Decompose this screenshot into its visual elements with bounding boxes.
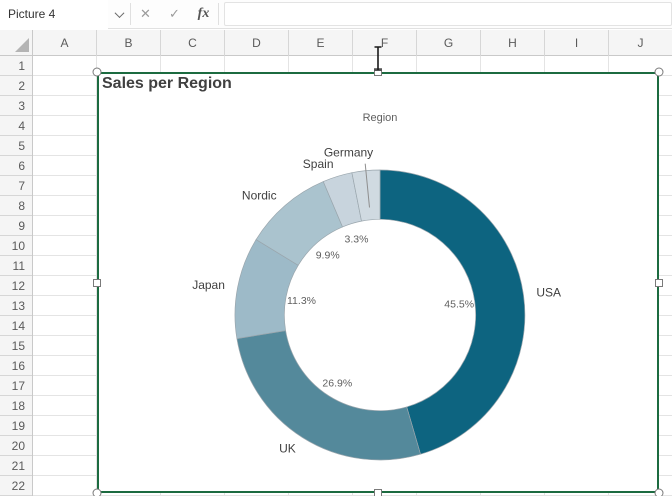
row-header-2[interactable]: 2 <box>0 76 32 96</box>
excel-window: Picture 4 ✕ ✓ fx ABCDEFGHIJ 123456789101… <box>0 0 672 496</box>
row-header-14[interactable]: 14 <box>0 316 32 336</box>
selection-handle-bottom-right[interactable] <box>655 489 664 496</box>
cancel-button[interactable]: ✕ <box>131 0 160 29</box>
row-header-7[interactable]: 7 <box>0 176 32 196</box>
row-header-1[interactable]: 1 <box>0 56 32 76</box>
ibeam-cursor <box>371 45 385 77</box>
row-header-3[interactable]: 3 <box>0 96 32 116</box>
row-header-4[interactable]: 4 <box>0 116 32 136</box>
selection-handle-top-left[interactable] <box>93 68 102 77</box>
selection-handle-top-right[interactable] <box>655 68 664 77</box>
percent-label-uk: 26.9% <box>322 378 352 390</box>
column-header-A[interactable]: A <box>33 30 97 56</box>
row-header-10[interactable]: 10 <box>0 236 32 256</box>
percent-label-spain: 3.3% <box>345 234 369 246</box>
row-header-12[interactable]: 12 <box>0 276 32 296</box>
selection-handle-bottom-middle[interactable] <box>374 489 382 496</box>
row-header-16[interactable]: 16 <box>0 356 32 376</box>
row-header-9[interactable]: 9 <box>0 216 32 236</box>
row-header-19[interactable]: 19 <box>0 416 32 436</box>
column-header-G[interactable]: G <box>417 30 481 56</box>
selection-handle-bottom-left[interactable] <box>93 489 102 496</box>
row-header-11[interactable]: 11 <box>0 256 32 276</box>
formula-input[interactable] <box>224 2 672 26</box>
column-headers: ABCDEFGHIJ <box>33 30 672 56</box>
column-header-J[interactable]: J <box>609 30 672 56</box>
category-label-nordic: Nordic <box>242 189 277 203</box>
row-header-13[interactable]: 13 <box>0 296 32 316</box>
percent-label-japan: 11.3% <box>287 295 316 307</box>
column-header-E[interactable]: E <box>289 30 353 56</box>
column-header-D[interactable]: D <box>225 30 289 56</box>
row-header-6[interactable]: 6 <box>0 156 32 176</box>
column-header-H[interactable]: H <box>481 30 545 56</box>
column-header-B[interactable]: B <box>97 30 161 56</box>
column-header-I[interactable]: I <box>545 30 609 56</box>
enter-button[interactable]: ✓ <box>160 0 189 29</box>
donut-slice-uk <box>237 331 421 460</box>
row-header-18[interactable]: 18 <box>0 396 32 416</box>
category-label-usa: USA <box>536 286 561 300</box>
category-label-japan: Japan <box>192 278 225 292</box>
row-header-20[interactable]: 20 <box>0 436 32 456</box>
percent-label-usa: 45.5% <box>444 299 474 311</box>
selection-handle-middle-right[interactable] <box>655 279 663 287</box>
category-label-uk: UK <box>279 442 296 456</box>
selected-picture-chart[interactable]: Sales per Region Region45.5%USA26.9%UK11… <box>97 72 659 493</box>
divider <box>218 3 219 25</box>
formula-bar: Picture 4 ✕ ✓ fx <box>0 0 672 29</box>
chart-dimension-title: Region <box>363 112 398 124</box>
row-header-22[interactable]: 22 <box>0 476 32 496</box>
row-header-8[interactable]: 8 <box>0 196 32 216</box>
select-all-button[interactable] <box>0 30 33 56</box>
donut-chart: Region 45.5% USA 26.9% UK 11.3% Japan 9.9% Nordi… <box>99 74 657 491</box>
percent-label-nordic: 9.9% <box>316 250 340 262</box>
selection-handle-middle-left[interactable] <box>93 279 101 287</box>
row-header-21[interactable]: 21 <box>0 456 32 476</box>
row-header-17[interactable]: 17 <box>0 376 32 396</box>
select-all-triangle-icon <box>15 38 29 52</box>
row-headers: 12345678910111213141516171819202122 <box>0 56 33 496</box>
category-label-germany: Germany <box>324 146 373 160</box>
insert-function-button[interactable]: fx <box>189 0 218 29</box>
row-header-15[interactable]: 15 <box>0 336 32 356</box>
chevron-down-icon <box>114 8 124 18</box>
name-box-dropdown-button[interactable] <box>108 0 130 29</box>
row-header-5[interactable]: 5 <box>0 136 32 156</box>
name-box[interactable]: Picture 4 <box>0 0 108 29</box>
column-header-F[interactable]: F <box>353 30 417 56</box>
column-header-C[interactable]: C <box>161 30 225 56</box>
